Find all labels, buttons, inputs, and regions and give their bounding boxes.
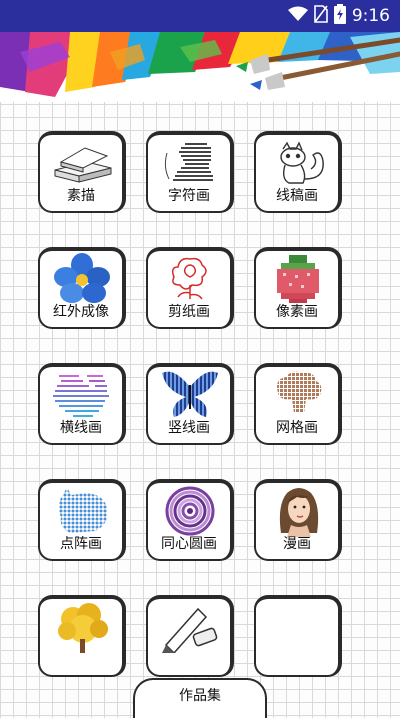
squirrel-lineart-icon [256, 137, 340, 189]
blue-flower-icon [40, 253, 124, 305]
tile-label: 横线画 [60, 420, 102, 436]
tile-sketch[interactable]: 素描 [38, 131, 126, 213]
tile-label: 红外成像 [53, 304, 109, 320]
tile-label: 竖线画 [168, 420, 210, 436]
concentric-circles-icon [148, 485, 232, 537]
tile-label: 字符画 [168, 188, 210, 204]
tile-pixel-art[interactable]: 像素画 [254, 247, 342, 329]
tile-infrared[interactable]: 红外成像 [38, 247, 126, 329]
tile-dot-matrix[interactable]: 点阵画 [38, 479, 126, 561]
tile-line-art[interactable]: 线稿画 [254, 131, 342, 213]
tile-horizontal-lines[interactable]: 横线画 [38, 363, 126, 445]
dot-matrix-cat-icon [40, 485, 124, 537]
ascii-cat-icon [148, 137, 232, 189]
status-bar: 9:16 [0, 0, 400, 32]
tile-paper-cut[interactable]: 剪纸画 [146, 247, 234, 329]
pixel-strawberry-icon [256, 253, 340, 305]
golden-tree-icon [40, 601, 124, 653]
tile-label: 剪纸画 [168, 304, 210, 320]
tile-vertical-lines[interactable]: 竖线画 [146, 363, 234, 445]
tile-grid[interactable]: 网格画 [254, 363, 342, 445]
books-sketch-icon [40, 137, 124, 189]
no-sim-icon [314, 5, 328, 27]
status-icons: 9:16 [287, 4, 390, 28]
red-peony-icon [148, 253, 232, 305]
tile-label: 线稿画 [276, 188, 318, 204]
grid-tree-icon [256, 369, 340, 421]
tile-tree[interactable] [38, 595, 126, 677]
tile-label: 漫画 [283, 536, 311, 552]
tile-ascii-art[interactable]: 字符画 [146, 131, 234, 213]
tile-label: 素描 [67, 188, 95, 204]
tile-label: 像素画 [276, 304, 318, 320]
paint-banner [0, 32, 400, 102]
tile-concentric[interactable]: 同心圆画 [146, 479, 234, 561]
tile-label: 同心圆画 [161, 536, 217, 552]
vertical-line-butterfly-icon [148, 369, 232, 421]
wifi-icon [287, 6, 308, 26]
gallery-tab-button[interactable]: 作品集 [133, 678, 267, 718]
tile-label: 点阵画 [60, 536, 102, 552]
comic-girl-icon [256, 485, 340, 537]
battery-charging-icon [333, 4, 346, 28]
status-time: 9:16 [351, 6, 390, 26]
tile-label: 网格画 [276, 420, 318, 436]
horizontal-line-art-icon [40, 369, 124, 421]
tile-empty[interactable] [254, 595, 342, 677]
tile-comic[interactable]: 漫画 [254, 479, 342, 561]
tile-pencil-eraser[interactable] [146, 595, 234, 677]
pencil-eraser-icon [148, 601, 232, 653]
